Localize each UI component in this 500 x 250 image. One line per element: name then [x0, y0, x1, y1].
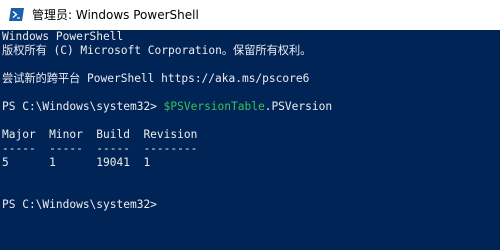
powershell-icon [9, 8, 24, 21]
table-row: 5 1 19041 1 [2, 156, 151, 169]
table-rule: ----- ----- ----- -------- [2, 142, 198, 155]
table-header: Major Minor Build Revision [2, 128, 198, 141]
copyright-line: 版权所有 (C) Microsoft Corporation。保留所有权利。 [2, 44, 312, 57]
banner-line: Windows PowerShell [2, 30, 124, 43]
window-title: 管理员: Windows PowerShell [32, 8, 199, 22]
console-output[interactable]: Windows PowerShell 版权所有 (C) Microsoft Co… [0, 30, 500, 250]
current-prompt-line[interactable]: PS C:\Windows\system32> [2, 198, 158, 212]
pscore-hint-text: 尝试新的跨平台 PowerShell https://aka.ms/pscore… [2, 72, 310, 85]
command-line: PS C:\Windows\system32> $PSVersionTable.… [2, 100, 332, 114]
powershell-window: 管理员: Windows PowerShell Windows PowerShe… [0, 0, 500, 250]
prompt: PS C:\Windows\system32> [2, 100, 164, 113]
title-bar[interactable]: 管理员: Windows PowerShell [0, 0, 500, 30]
pscore-hint-line: 尝试新的跨平台 PowerShell https://aka.ms/pscore… [2, 72, 309, 86]
prompt: PS C:\Windows\system32> [2, 198, 157, 211]
command-property: .PSVersion [264, 100, 333, 113]
command-variable: $PSVersionTable [163, 100, 265, 113]
